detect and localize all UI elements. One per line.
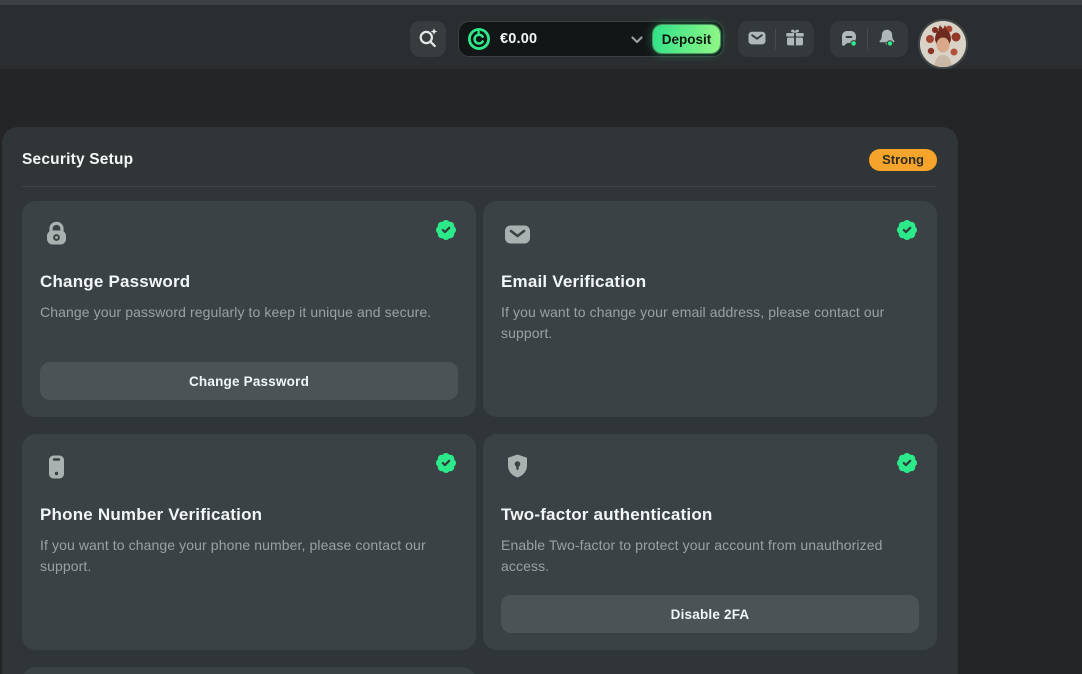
search-icon <box>417 27 439 52</box>
change-password-card: Change Password Change your password reg… <box>22 201 476 417</box>
card-description: If you want to change your phone number,… <box>40 535 458 577</box>
security-setup-panel: Security Setup Strong <box>2 127 958 674</box>
card-title: Phone Number Verification <box>40 505 458 525</box>
card-title: Email Verification <box>501 272 919 292</box>
chat-button[interactable] <box>830 21 867 57</box>
panel-header: Security Setup Strong <box>22 149 937 171</box>
security-strength-badge: Strong <box>869 149 937 171</box>
gift-icon <box>785 28 805 51</box>
deposit-button[interactable]: Deposit <box>653 25 720 53</box>
bell-icon <box>877 28 897 51</box>
mail-icon <box>501 218 534 255</box>
shield-icon <box>501 451 534 488</box>
chevron-down-icon <box>631 36 643 44</box>
mail-button[interactable] <box>738 21 775 57</box>
email-verification-card: Email Verification If you want to change… <box>483 201 937 417</box>
disable-2fa-button[interactable]: Disable 2FA <box>501 595 919 633</box>
chat-icon <box>839 28 859 51</box>
verified-badge-icon <box>434 218 458 247</box>
phone-icon <box>40 451 73 488</box>
security-cards-grid: Change Password Change your password reg… <box>22 201 937 674</box>
balance-selector[interactable]: €0.00 Deposit <box>458 21 724 57</box>
card-description: Change your password regularly to keep i… <box>40 302 458 323</box>
mail-icon <box>747 28 767 51</box>
mail-gift-group <box>738 21 814 57</box>
top-navigation-bar: €0.00 Deposit <box>0 5 1082 69</box>
card-description: If you want to change your email address… <box>501 302 919 344</box>
verified-badge-icon <box>434 451 458 480</box>
chat-bell-group <box>830 21 908 57</box>
card-description: Enable Two-factor to protect your accoun… <box>501 535 919 577</box>
coin-icon <box>467 27 491 51</box>
page-title: Security Setup <box>22 151 133 169</box>
verified-badge-icon <box>895 451 919 480</box>
change-password-button[interactable]: Change Password <box>40 362 458 400</box>
lock-icon <box>40 218 73 255</box>
next-card-partial <box>22 667 476 674</box>
gift-button[interactable] <box>776 21 813 57</box>
balance-amount: €0.00 <box>500 31 537 47</box>
card-title: Two-factor authentication <box>501 505 919 525</box>
notifications-button[interactable] <box>868 21 905 57</box>
card-title: Change Password <box>40 272 458 292</box>
two-factor-card: Two-factor authentication Enable Two-fac… <box>483 434 937 650</box>
divider <box>22 186 937 187</box>
phone-verification-card: Phone Number Verification If you want to… <box>22 434 476 650</box>
user-avatar[interactable] <box>920 21 966 67</box>
search-button[interactable] <box>410 21 446 57</box>
verified-badge-icon <box>895 218 919 247</box>
